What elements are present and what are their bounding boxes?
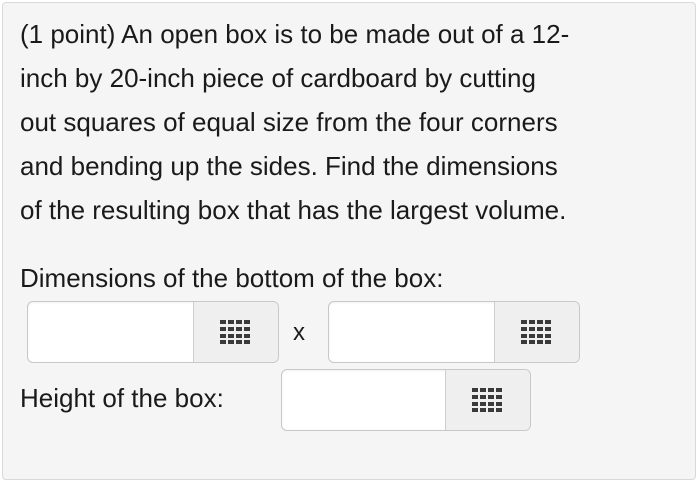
height-keypad-button[interactable] [445,370,530,430]
keypad-grid-icon [521,320,551,344]
problem-card: (1 point) An open box is to be made out … [2,2,696,480]
problem-statement: (1 point) An open box is to be made out … [20,12,690,232]
bottom-width-keypad-button[interactable] [494,302,579,362]
bottom-length-input[interactable] [28,302,193,362]
keypad-grid-icon [472,388,502,412]
bottom-dimensions-label: Dimensions of the bottom of the box: [20,263,444,293]
dimension-separator: x [293,319,305,346]
problem-line: out squares of equal size from the four … [20,107,558,137]
problem-line: (1 point) An open box is to be made out … [20,19,570,49]
keypad-grid-icon [220,320,250,344]
height-input[interactable] [282,370,445,430]
problem-line: inch by 20-inch piece of cardboard by cu… [20,63,536,93]
bottom-length-keypad-button[interactable] [193,302,278,362]
bottom-length-field [27,301,279,363]
problem-line: and bending up the sides. Find the dimen… [20,151,558,181]
height-label: Height of the box: [20,383,224,413]
bottom-width-field [328,301,580,363]
height-field [281,369,531,431]
bottom-width-input[interactable] [329,302,494,362]
problem-line: of the resulting box that has the larges… [20,195,567,225]
